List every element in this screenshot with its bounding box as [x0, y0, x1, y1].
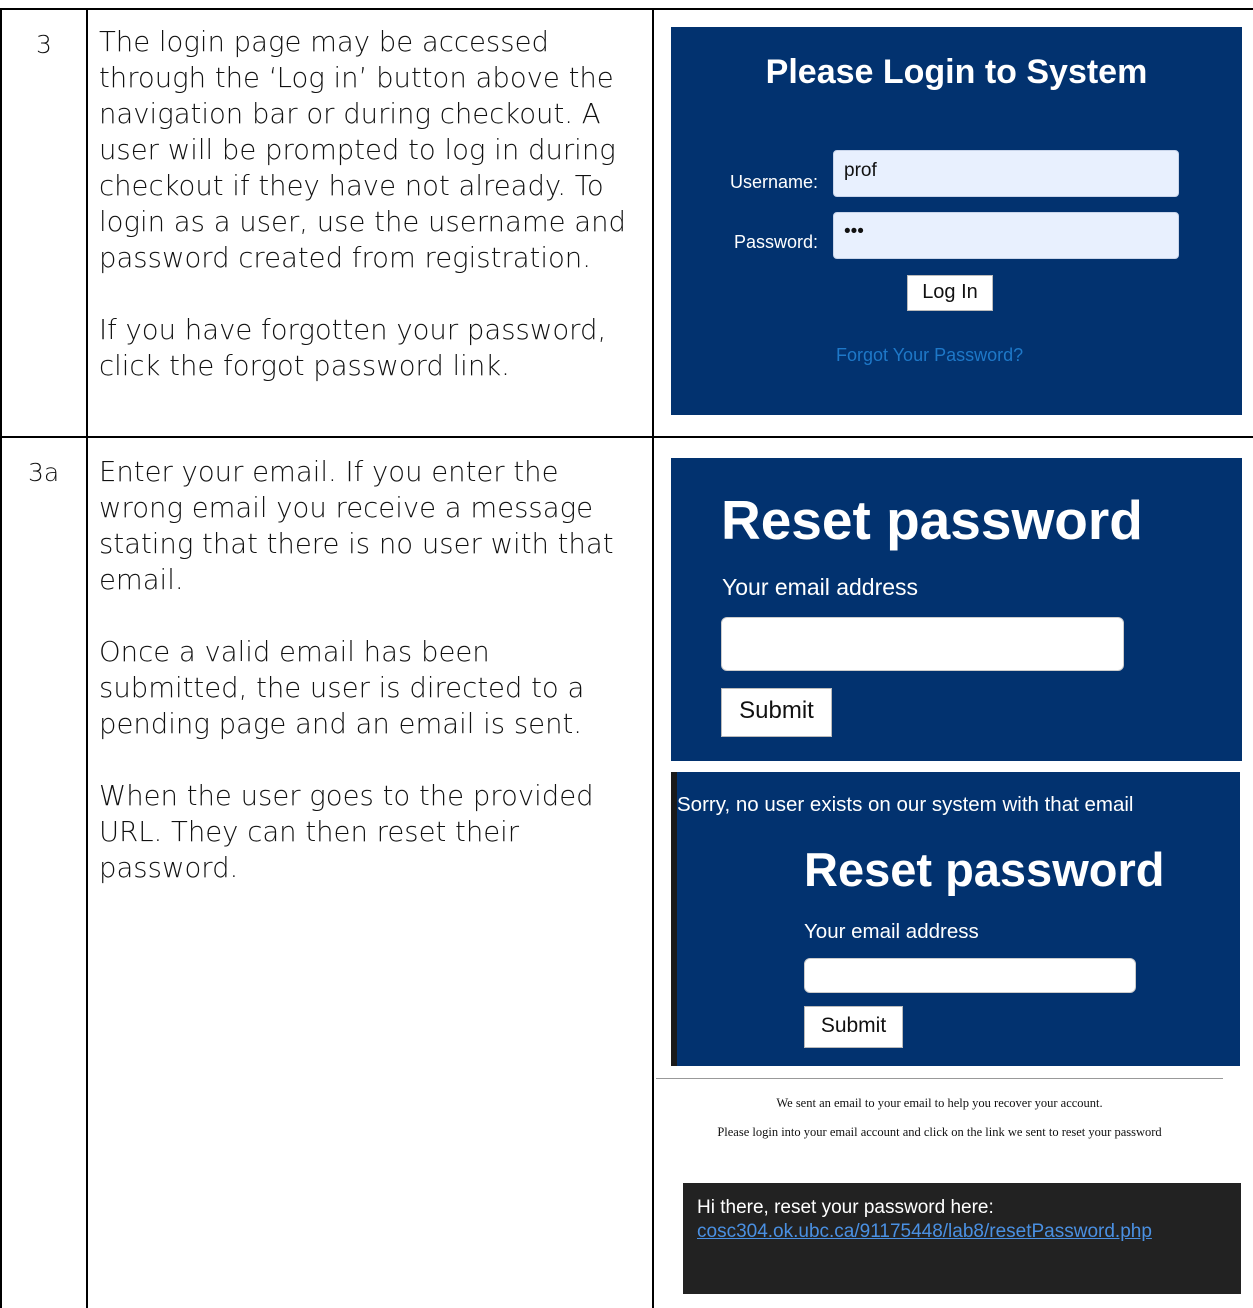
- email-label: Your email address: [722, 574, 919, 600]
- paragraph: When the user goes to the provided URL. …: [99, 780, 594, 884]
- forgot-password-link[interactable]: Forgot Your Password?: [836, 345, 1023, 366]
- step-number: 3: [36, 30, 52, 59]
- login-button[interactable]: Log In: [907, 275, 993, 311]
- error-message: Sorry, no user exists on our system with…: [677, 793, 1134, 816]
- password-label: Password:: [734, 232, 819, 252]
- email-label: Your email address: [804, 920, 979, 943]
- reset-password-link[interactable]: cosc304.ok.ubc.ca/91175448/lab8/resetPas…: [697, 1221, 1152, 1243]
- email-preview: Hi there, reset your password here: cosc…: [683, 1183, 1241, 1294]
- login-panel: Please Login to System Username: prof Pa…: [671, 27, 1242, 415]
- table-column-divider-2: [652, 8, 654, 1308]
- paragraph: The login page may be accessed through t…: [99, 26, 627, 274]
- submit-button[interactable]: Submit: [721, 688, 832, 737]
- reset-title: Reset password: [804, 843, 1165, 896]
- table-border-left: [0, 8, 2, 1308]
- email-field[interactable]: [804, 958, 1136, 993]
- username-field[interactable]: prof: [833, 150, 1179, 197]
- reset-title: Reset password: [721, 489, 1143, 551]
- username-label: Username:: [730, 172, 819, 192]
- pending-instruction: Please login into your email account and…: [717, 1125, 1162, 1139]
- password-field[interactable]: •••: [833, 212, 1179, 259]
- step-description: The login page may be accessed through t…: [99, 24, 639, 384]
- table-border-top: [0, 8, 1253, 10]
- reset-error-panel: Sorry, no user exists on our system with…: [671, 772, 1240, 1066]
- table-row-divider: [0, 436, 1253, 438]
- step-number: 3a: [28, 458, 60, 487]
- reset-panel: Reset password Your email address Submit: [671, 458, 1242, 761]
- pending-message: We sent an email to your email to help y…: [776, 1096, 1103, 1110]
- paragraph: If you have forgotten your password, cli…: [99, 314, 607, 382]
- pending-page: We sent an email to your email to help y…: [656, 1078, 1223, 1153]
- email-field[interactable]: [721, 617, 1124, 671]
- submit-button[interactable]: Submit: [804, 1006, 903, 1048]
- email-greeting: Hi there, reset your password here:: [697, 1197, 994, 1218]
- step-description: Enter your email. If you enter the wrong…: [99, 454, 644, 886]
- paragraph: Enter your email. If you enter the wrong…: [99, 456, 614, 596]
- login-title: Please Login to System: [765, 53, 1148, 91]
- paragraph: Once a valid email has been submitted, t…: [99, 636, 585, 740]
- table-column-divider-1: [86, 8, 88, 1308]
